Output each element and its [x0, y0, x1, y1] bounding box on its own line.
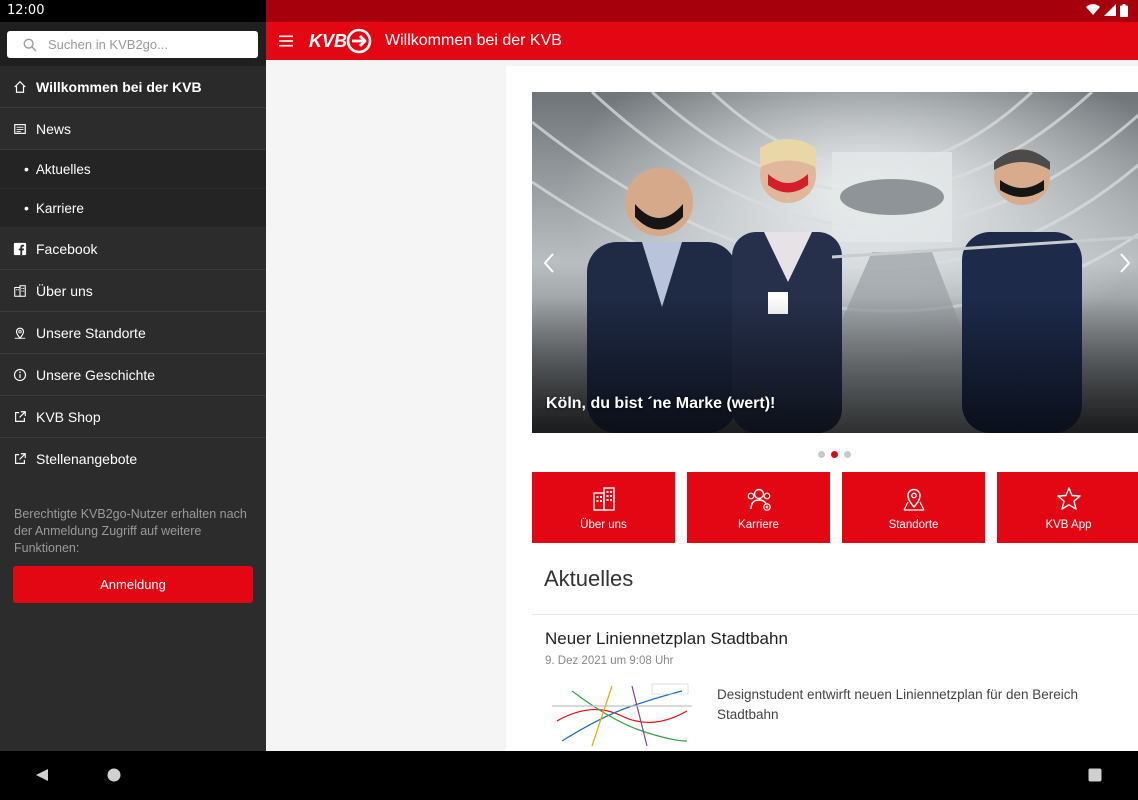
quick-link-tiles: Über uns Karriere Standorte KVB App [532, 472, 1138, 543]
wifi-icon [1086, 4, 1100, 16]
sidebar-item-facebook[interactable]: Facebook [0, 228, 266, 270]
search-box[interactable] [7, 31, 258, 58]
navigation-drawer: 12:00 Willkommen bei der KVB News • Aktu… [0, 0, 266, 751]
home-button-icon[interactable] [107, 768, 121, 782]
bullet-icon: • [24, 161, 29, 177]
system-navigation-bar [0, 751, 1138, 800]
carousel-dot-active[interactable] [831, 451, 838, 458]
tile-label: Standorte [888, 518, 939, 531]
sidebar-item-label: Unsere Geschichte [36, 366, 156, 383]
search-input[interactable] [46, 36, 240, 53]
sidebar-item-label: Stellenangebote [36, 451, 138, 467]
map-pin-icon [902, 488, 925, 511]
newspaper-icon [13, 122, 27, 136]
login-info-text: Berechtigte KVB2go-Nutzer erhalten nach … [14, 507, 247, 555]
star-icon [1056, 486, 1081, 510]
sidebar-item-label: Karriere [35, 200, 84, 216]
recents-icon[interactable] [1088, 768, 1102, 782]
location-icon [13, 326, 27, 340]
status-bar [266, 0, 1138, 22]
sidebar-item-standorte[interactable]: Unsere Standorte [0, 312, 266, 354]
sidebar-subitem-aktuelles[interactable]: • Aktuelles [0, 150, 266, 189]
tile-standorte[interactable]: Standorte [842, 472, 985, 543]
sidebar-item-ueber-uns[interactable]: Über uns [0, 270, 266, 312]
search-bar-container [0, 22, 266, 66]
carousel-pagination [818, 451, 851, 458]
sidebar-item-label: KVB Shop [36, 408, 101, 425]
news-card[interactable]: Neuer Liniennetzplan Stadtbahn 9. Dez 20… [532, 614, 1138, 751]
news-title: Neuer Liniennetzplan Stadtbahn [545, 629, 788, 648]
bullet-icon: • [24, 200, 29, 216]
battery-icon [1120, 4, 1128, 17]
external-link-icon [13, 410, 27, 424]
sidebar-item-label: News [36, 120, 72, 137]
kvb-logo: KVB [309, 28, 372, 54]
carousel-next-icon[interactable] [1118, 252, 1132, 274]
sidebar-item-kvb-shop[interactable]: KVB Shop [0, 396, 266, 438]
tile-kvb-app[interactable]: KVB App [997, 472, 1138, 543]
carousel-prev-icon[interactable] [542, 252, 556, 274]
info-icon [13, 368, 27, 382]
home-icon [13, 80, 27, 94]
news-date: 9. Dez 2021 um 9:08 Uhr [545, 655, 674, 667]
tile-label: KVB App [1045, 518, 1092, 531]
carousel-caption: Köln, du bist ´ne Marke (wert)! [546, 395, 776, 412]
carousel-photo [532, 92, 1138, 433]
sidebar-item-label: Über uns [36, 282, 93, 299]
facebook-icon [13, 242, 27, 256]
main-content-column: Köln, du bist ´ne Marke (wert)! Über uns… [506, 66, 1138, 751]
carousel-dot[interactable] [844, 451, 851, 458]
image-carousel[interactable]: Köln, du bist ´ne Marke (wert)! [532, 92, 1138, 433]
sidebar-item-label: Unsere Standorte [36, 324, 146, 341]
section-title: Aktuelles [544, 566, 634, 591]
sidebar-item-label: Facebook [36, 240, 98, 257]
sidebar-item-label: Aktuelles [35, 161, 91, 177]
external-link-icon [13, 452, 27, 466]
sidebar-item-willkommen[interactable]: Willkommen bei der KVB [0, 66, 266, 108]
sidebar-item-stellenangebote[interactable]: Stellenangebote [0, 438, 266, 480]
sidebar-subitem-karriere[interactable]: • Karriere [0, 189, 266, 228]
back-icon[interactable] [35, 768, 49, 782]
status-icons [1086, 4, 1128, 17]
signal-icon [1104, 4, 1116, 16]
carousel-dot[interactable] [818, 451, 825, 458]
news-teaser: Designstudent entwirft neuen Liniennetzp… [717, 687, 1078, 722]
status-time: 12:00 [0, 0, 266, 22]
search-icon [23, 38, 37, 52]
menu-icon[interactable] [279, 35, 293, 47]
tile-ueber-uns[interactable]: Über uns [532, 472, 675, 543]
login-button[interactable]: Anmeldung [13, 566, 253, 603]
building-icon [592, 486, 615, 511]
building-icon [13, 284, 27, 298]
sidebar-item-geschichte[interactable]: Unsere Geschichte [0, 354, 266, 396]
tile-label: Karriere [738, 518, 779, 531]
people-icon [747, 488, 771, 511]
kvb-logo-text: KVB [309, 31, 347, 51]
sidebar-item-label: Willkommen bei der KVB [36, 78, 202, 95]
content-area: Köln, du bist ´ne Marke (wert)! Über uns… [266, 60, 1138, 751]
tile-karriere[interactable]: Karriere [687, 472, 830, 543]
news-thumbnail [552, 681, 692, 751]
tile-label: Über uns [580, 518, 627, 531]
sidebar-item-news[interactable]: News [0, 108, 266, 150]
app-bar: KVB Willkommen bei der KVB [266, 22, 1138, 60]
page-title: Willkommen bei der KVB [385, 32, 562, 49]
